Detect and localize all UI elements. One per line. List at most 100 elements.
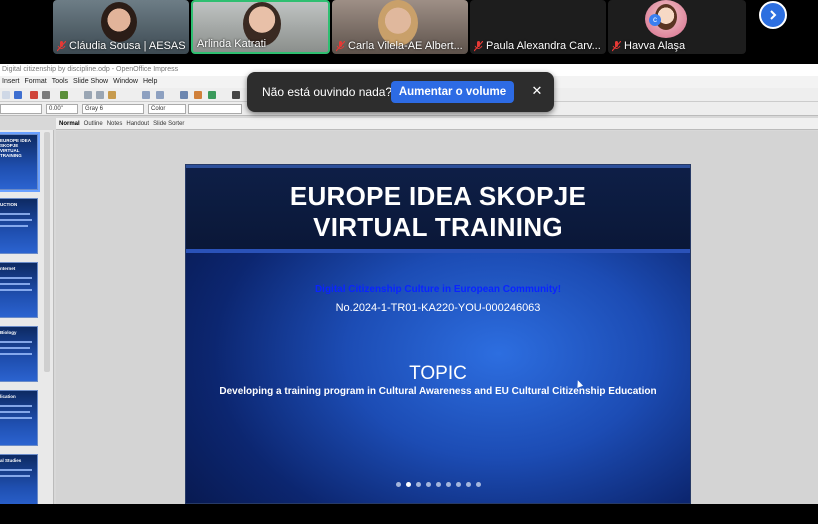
mic-muted-icon [474,40,483,51]
fill-color-select[interactable]: Gray 6 [82,104,144,114]
participant-label: Havva Alaşa [612,40,685,52]
increase-volume-button[interactable]: Aumentar o volume [391,81,514,103]
draw-icon[interactable] [232,91,240,99]
mic-muted-icon [612,40,621,51]
slide-thumbnail[interactable]: al Studies [0,454,38,504]
save-icon[interactable] [30,91,38,99]
participant-label: Arlinda Katrati [197,38,266,50]
slide-pager [186,482,690,487]
slides-panel: EUROPE IDEA SKOPJE VIRTUAL TRAINING UCTI… [0,130,54,504]
participant-name: Carla Vilela-AE Albert... [348,40,463,52]
thumbnail-line [0,283,30,285]
slide-title-line-2: VIRTUAL TRAINING [313,212,563,242]
print-icon[interactable] [42,91,50,99]
participant-label: Paula Alexandra Carv... [474,40,601,52]
tab-handout[interactable]: Handout [126,118,149,129]
participant-name: Arlinda Katrati [197,38,267,50]
menu-slide-show[interactable]: Slide Show [73,76,108,88]
chart-icon[interactable] [194,91,202,99]
thumbnail-title: al Studies [0,458,22,463]
participant-label: Cláudia Sousa | AESAS [57,40,186,52]
thumbnail-line [0,225,28,227]
participant-name: Paula Alexandra Carv... [486,40,601,52]
pager-dot[interactable] [415,482,421,487]
thumbnail-title: lication [0,394,16,399]
topic-label: TOPIC [409,363,467,384]
navigator-icon[interactable] [208,91,216,99]
tab-notes[interactable]: Notes [107,118,123,129]
participant-label: Carla Vilela-AE Albert... [336,40,463,52]
menu-tools[interactable]: Tools [52,76,68,88]
thumbnail-line [0,411,30,413]
notification-message: Não está ouvindo nada? [262,85,393,99]
slide-thumbnail[interactable]: UCTION [0,198,38,254]
view-tabs: Normal Outline Notes Handout Slide Sorte… [56,118,818,130]
thumbnail-title: UCTION [0,202,18,207]
participant-strip: Cláudia Sousa | AESAS Arlinda Katrati Ca… [0,0,818,64]
pager-dot[interactable] [405,482,411,487]
fill-value-select[interactable] [188,104,242,114]
close-icon[interactable]: ✕ [529,82,545,100]
pager-dot[interactable] [425,482,431,487]
open-icon[interactable] [14,91,22,99]
thumbnail-line [0,417,32,419]
thumbnail-line [0,213,30,215]
next-participants-button[interactable] [759,1,787,29]
thumbnail-title: nternet [0,266,16,271]
thumbnail-line [0,289,32,291]
undo-icon[interactable] [142,91,150,99]
tab-slide-sorter[interactable]: Slide Sorter [153,118,184,129]
slide-thumbnail[interactable]: nternet [0,262,38,318]
participant-video [101,2,137,42]
participant-tile[interactable]: Paula Alexandra Carv... [470,0,606,54]
menu-window[interactable]: Window [113,76,138,88]
current-slide[interactable]: EUROPE IDEA SKOPJE VIRTUAL TRAINING Digi… [185,164,691,504]
thumbnail-line [0,475,30,477]
slides-scrollbar[interactable] [44,132,50,372]
thumbnail-line [0,347,30,349]
pager-dot[interactable] [475,482,481,487]
pager-dot[interactable] [455,482,461,487]
avatar-badge-icon: c [649,14,661,26]
copy-icon[interactable] [96,91,104,99]
paste-icon[interactable] [108,91,116,99]
slide-thumbnail[interactable]: Biology [0,326,38,382]
pager-dot[interactable] [445,482,451,487]
new-icon[interactable] [2,91,10,99]
thumbnail-line [0,219,32,221]
fill-type-select[interactable]: Color [148,104,186,114]
thumbnail-line [0,469,32,471]
slide-top-rule [186,165,690,168]
redo-icon[interactable] [156,91,164,99]
menu-insert[interactable]: Insert [2,76,20,88]
slide-thumbnail[interactable]: EUROPE IDEA SKOPJE VIRTUAL TRAINING [0,132,40,192]
spellcheck-icon[interactable] [60,91,68,99]
pager-dot[interactable] [435,482,441,487]
table-icon[interactable] [180,91,188,99]
participant-name: Cláudia Sousa | AESAS [69,40,186,52]
thumbnail-title: Biology [0,330,17,335]
participant-tile[interactable]: Carla Vilela-AE Albert... [332,0,468,54]
chevron-right-icon [770,10,777,20]
cut-icon[interactable] [84,91,92,99]
menu-help[interactable]: Help [143,76,157,88]
slide-thumbnail[interactable]: lication [0,390,38,446]
topic-description: Developing a training program in Cultura… [219,386,657,397]
participant-tile[interactable]: Cláudia Sousa | AESAS [53,0,189,54]
slide-subtitle: Digital Citizenship Culture in European … [314,284,562,295]
line-width-field[interactable]: 0.00" [46,104,78,114]
thumbnail-title: EUROPE IDEA SKOPJE VIRTUAL TRAINING [0,138,31,158]
meeting-bottom-bar [0,504,818,524]
tab-normal[interactable]: Normal [59,118,80,129]
slide-title-line-1: EUROPE IDEA SKOPJE [289,181,587,211]
participant-tile-active[interactable]: Arlinda Katrati [191,0,330,54]
mic-muted-icon [336,40,345,51]
pager-dot[interactable] [395,482,401,487]
menu-format[interactable]: Format [25,76,47,88]
tab-outline[interactable]: Outline [84,118,103,129]
pager-dot[interactable] [465,482,471,487]
project-number: No.2024-1-TR01-KA220-YOU-000246063 [335,302,541,314]
line-style-select[interactable] [0,104,42,114]
thumbnail-line [0,353,32,355]
thumbnail-line [0,405,32,407]
